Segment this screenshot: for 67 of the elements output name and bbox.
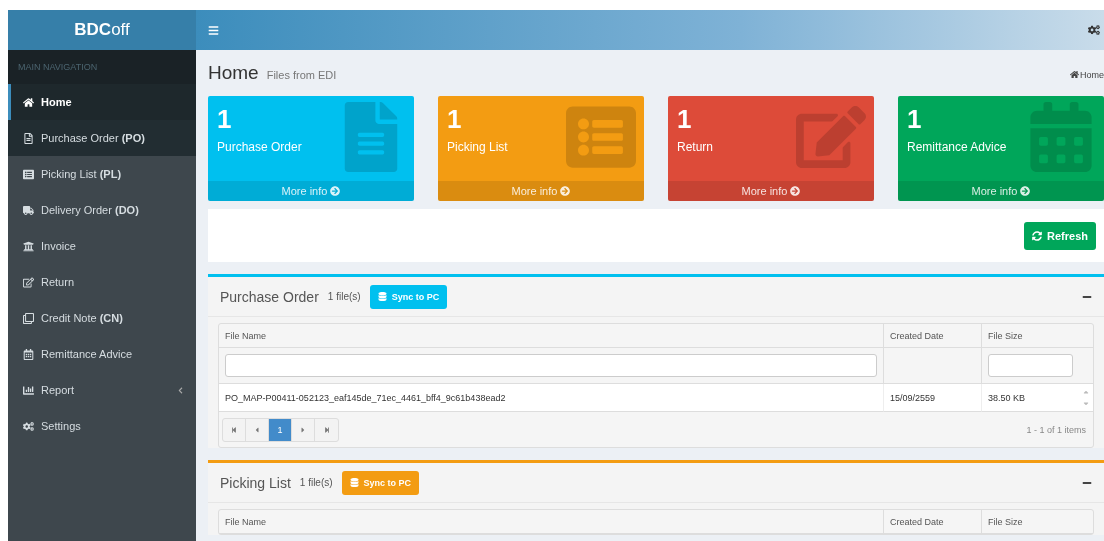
last-page-icon <box>323 426 330 433</box>
nav-section-label: MAIN NAVIGATION <box>8 50 196 84</box>
stat-count: 1 <box>447 106 462 132</box>
stat-label: Picking List <box>447 140 508 154</box>
table-cell: 15/09/2559 <box>883 384 981 412</box>
page-button[interactable]: 1 <box>269 418 292 441</box>
nav-item[interactable]: Settings <box>8 408 196 444</box>
database-icon <box>377 292 387 301</box>
nav-item[interactable]: Report <box>8 372 196 408</box>
document-icon <box>23 132 34 144</box>
refresh-icon <box>1032 230 1043 241</box>
arrow-circle-right-icon <box>1020 186 1031 196</box>
column-header[interactable]: Created Date <box>883 324 981 348</box>
column-header[interactable]: Created Date <box>883 510 981 534</box>
database-icon <box>349 478 359 487</box>
truck-icon <box>23 204 34 216</box>
stat-count: 1 <box>907 106 922 132</box>
panel-title: Purchase Order <box>220 288 319 305</box>
bank-icon <box>23 240 34 252</box>
page-subtitle: Files from EDI <box>266 69 337 81</box>
copy-icon <box>23 312 34 324</box>
column-header[interactable]: File Size <box>981 510 1079 534</box>
stat-label: Return <box>677 140 714 154</box>
more-info-link[interactable]: More info <box>668 181 874 201</box>
table-cell: 38.50 KB <box>981 384 1079 412</box>
settings-icon <box>23 420 34 432</box>
arrow-circle-right-icon <box>560 186 571 196</box>
calendar-icon <box>23 348 34 360</box>
arrow-circle-right-icon <box>330 186 341 196</box>
file-count: 1 file(s) <box>327 291 361 302</box>
pager-info: 1 - 1 of 1 items <box>1026 424 1087 435</box>
breadcrumb-link[interactable]: Home <box>1070 69 1104 80</box>
nav-item[interactable]: Picking List (PL) <box>8 156 196 192</box>
caret-right-icon <box>299 425 307 434</box>
nav-item[interactable]: Delivery Order (DO) <box>8 192 196 228</box>
settings-icon[interactable] <box>1088 24 1100 36</box>
stat-label: Purchase Order <box>217 140 302 154</box>
page-title: Home <box>208 62 259 84</box>
stat-label: Remittance Advice <box>907 140 1007 154</box>
filter-field[interactable] <box>225 354 877 377</box>
file-count: 1 file(s) <box>299 477 333 488</box>
column-header[interactable]: File Name <box>219 324 883 348</box>
menu-icon[interactable] <box>208 24 219 36</box>
list-icon <box>23 168 34 180</box>
filter-field[interactable] <box>988 354 1073 377</box>
brand-logo[interactable]: BDCoff <box>8 10 196 50</box>
bar-chart-icon <box>23 384 34 396</box>
nav-item[interactable]: Invoice <box>8 228 196 264</box>
home-icon <box>23 96 34 108</box>
first-page-icon <box>231 426 237 433</box>
edit-icon <box>23 276 34 288</box>
column-header[interactable]: File Size <box>981 324 1079 348</box>
nav-item[interactable]: Credit Note (CN) <box>8 300 196 336</box>
scroll-arrows-icon[interactable] <box>1079 384 1093 412</box>
stat-count: 1 <box>217 106 232 132</box>
chevron-left-icon[interactable] <box>177 386 184 394</box>
table-cell: PO_MAP-P00411-052123_eaf145de_71ec_4461_bff4_9c61b438ead2 <box>219 384 883 412</box>
arrow-circle-right-icon <box>790 186 801 196</box>
nav-item[interactable]: Remittance Advice <box>8 336 196 372</box>
nav-item[interactable]: Purchase Order (PO) <box>8 120 196 156</box>
nav-item[interactable]: Return <box>8 264 196 300</box>
nav-item[interactable]: Home <box>8 84 196 120</box>
panel-title: Picking List <box>220 474 291 491</box>
caret-left-icon <box>253 425 261 434</box>
stat-count: 1 <box>677 106 692 132</box>
home-icon <box>1070 70 1079 79</box>
column-header[interactable]: File Name <box>219 510 883 534</box>
